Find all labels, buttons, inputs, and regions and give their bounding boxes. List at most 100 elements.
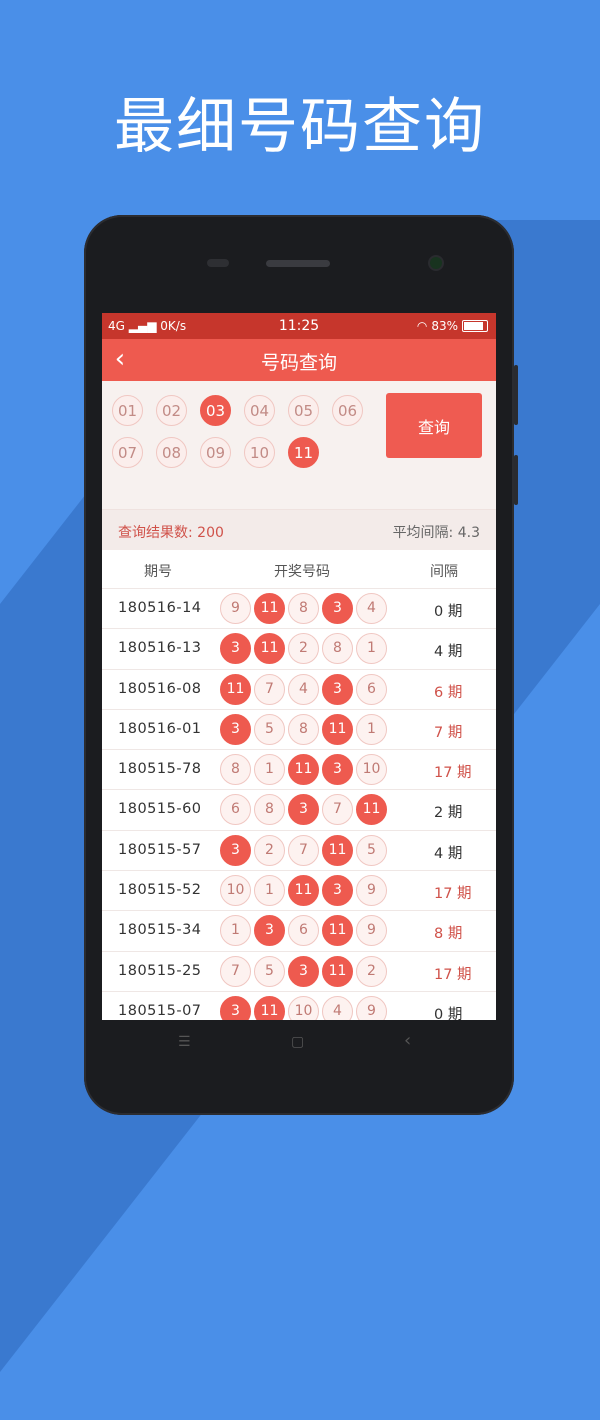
draw-ball: 9 [356, 915, 387, 947]
draw-ball: 11 [356, 794, 387, 826]
draw-ball: 2 [288, 633, 319, 665]
gap-value: 17 期 [434, 966, 472, 983]
draw-ball: 8 [254, 794, 285, 826]
draw-ball: 7 [288, 834, 319, 866]
page-headline: 最细号码查询 [114, 92, 486, 162]
draw-ball: 1 [254, 875, 285, 907]
draw-ball: 1 [356, 713, 387, 745]
sensor-icon [207, 259, 229, 267]
draw-ball: 1 [356, 633, 387, 665]
camera-icon [430, 257, 442, 269]
draw-ball: 5 [356, 834, 387, 866]
table-row: 180515-57 3 2 7 11 5 4 期 [102, 829, 496, 870]
volume-button [514, 365, 518, 425]
draw-ball: 6 [288, 915, 319, 947]
period-id: 180516-13 [118, 640, 202, 657]
draw-ball: 8 [220, 754, 251, 786]
nav-bar: ☰ ▢ ‹ [84, 1020, 514, 1070]
gap-value: 4 期 [434, 644, 463, 661]
draw-ball: 8 [288, 593, 319, 624]
app-screen: 4G ▂▄▆ 0K/s 11:25 ◠ 83% ‹ 号码查询 查询 01 02 03… [102, 313, 496, 1020]
table-row: 180516-01 3 5 8 11 1 7 期 [102, 708, 496, 749]
draw-ball: 3 [322, 673, 353, 705]
period-id: 180515-07 [118, 1002, 202, 1019]
number-option-01[interactable]: 01 [112, 395, 143, 426]
draw-ball: 3 [220, 834, 251, 866]
table-row: 180515-60 6 8 3 7 11 2 期 [102, 789, 496, 829]
draw-ball: 9 [356, 995, 387, 1020]
status-right: ◠ 83% [417, 319, 488, 333]
draw-ball: 3 [322, 593, 353, 624]
draw-ball: 1 [254, 754, 285, 786]
draw-ball: 3 [288, 794, 319, 826]
draw-ball: 3 [288, 955, 319, 987]
speaker-grille [266, 260, 330, 267]
gap-value: 2 期 [434, 805, 463, 822]
number-option-10[interactable]: 10 [244, 437, 275, 468]
table-row: 180515-34 1 3 6 11 9 8 期 [102, 910, 496, 950]
draw-ball: 8 [288, 713, 319, 745]
draw-ball: 10 [288, 995, 319, 1020]
draw-ball: 5 [254, 955, 285, 987]
draw-ball: 6 [356, 673, 387, 705]
period-id: 180515-34 [118, 922, 202, 939]
draw-ball: 9 [356, 875, 387, 907]
draw-ball: 11 [288, 754, 319, 786]
menu-icon[interactable]: ☰ [178, 1034, 191, 1050]
period-id: 180515-25 [118, 962, 202, 979]
draw-ball: 11 [254, 633, 285, 665]
wifi-icon: ◠ [416, 319, 428, 333]
draw-ball: 7 [220, 955, 251, 987]
home-icon[interactable]: ▢ [291, 1034, 304, 1050]
gap-value: 0 期 [434, 1006, 463, 1020]
period-id: 180515-57 [118, 841, 202, 858]
period-id: 180516-08 [118, 680, 202, 697]
draw-ball: 7 [254, 673, 285, 705]
number-option-09[interactable]: 09 [200, 437, 231, 468]
number-option-04[interactable]: 04 [244, 395, 275, 426]
header-gap: 间隔 [430, 564, 458, 580]
period-id: 180516-14 [118, 600, 202, 616]
draw-ball: 3 [220, 713, 251, 745]
query-button[interactable]: 查询 [386, 393, 482, 458]
header-numbers: 开奖号码 [274, 564, 330, 580]
period-id: 180515-52 [118, 882, 202, 899]
draw-ball: 3 [322, 875, 353, 907]
draw-ball: 2 [356, 955, 387, 987]
result-table: 180516-14 9 11 8 3 4 0 期 180516-13 3 11 2 8 1 4 期 1805… [102, 588, 496, 1020]
draw-ball: 5 [254, 713, 285, 745]
table-row: 180516-13 3 11 2 8 1 4 期 [102, 628, 496, 668]
gap-value: 6 期 [434, 684, 463, 701]
number-option-11[interactable]: 11 [288, 437, 319, 468]
battery-label: 83% [431, 319, 458, 333]
draw-ball: 11 [322, 713, 353, 745]
battery-icon [462, 320, 488, 332]
result-count: 查询结果数: 200 [118, 525, 224, 541]
draw-ball: 1 [220, 915, 251, 947]
draw-ball: 11 [322, 915, 353, 947]
draw-ball: 10 [356, 754, 387, 786]
number-option-05[interactable]: 05 [288, 395, 319, 426]
result-summary: 查询结果数: 200 平均间隔: 4.3 [102, 509, 496, 550]
draw-ball: 6 [220, 794, 251, 826]
number-option-02[interactable]: 02 [156, 395, 187, 426]
table-row: 180515-78 8 1 11 3 10 17 期 [102, 749, 496, 789]
period-id: 180516-01 [118, 720, 202, 737]
number-option-03[interactable]: 03 [200, 395, 231, 426]
app-bar: ‹ 号码查询 [102, 339, 496, 381]
table-header: 期号 开奖号码 间隔 [102, 550, 496, 588]
back-nav-icon[interactable]: ‹ [404, 1030, 411, 1051]
table-row: 180515-52 10 1 11 3 9 17 期 [102, 870, 496, 910]
number-picker: 查询 01 02 03 04 05 06 07 08 09 10 11 [102, 381, 496, 509]
number-option-06[interactable]: 06 [332, 395, 363, 426]
number-option-07[interactable]: 07 [112, 437, 143, 468]
gap-value: 17 期 [434, 765, 472, 782]
gap-value: 4 期 [434, 845, 463, 862]
gap-value: 8 期 [434, 926, 463, 943]
draw-ball: 11 [254, 995, 285, 1020]
number-option-08[interactable]: 08 [156, 437, 187, 468]
draw-ball: 4 [356, 593, 387, 624]
header-period: 期号 [144, 564, 172, 580]
draw-ball: 4 [288, 673, 319, 705]
phone-frame: 4G ▂▄▆ 0K/s 11:25 ◠ 83% ‹ 号码查询 查询 01 02 03… [84, 215, 518, 1115]
